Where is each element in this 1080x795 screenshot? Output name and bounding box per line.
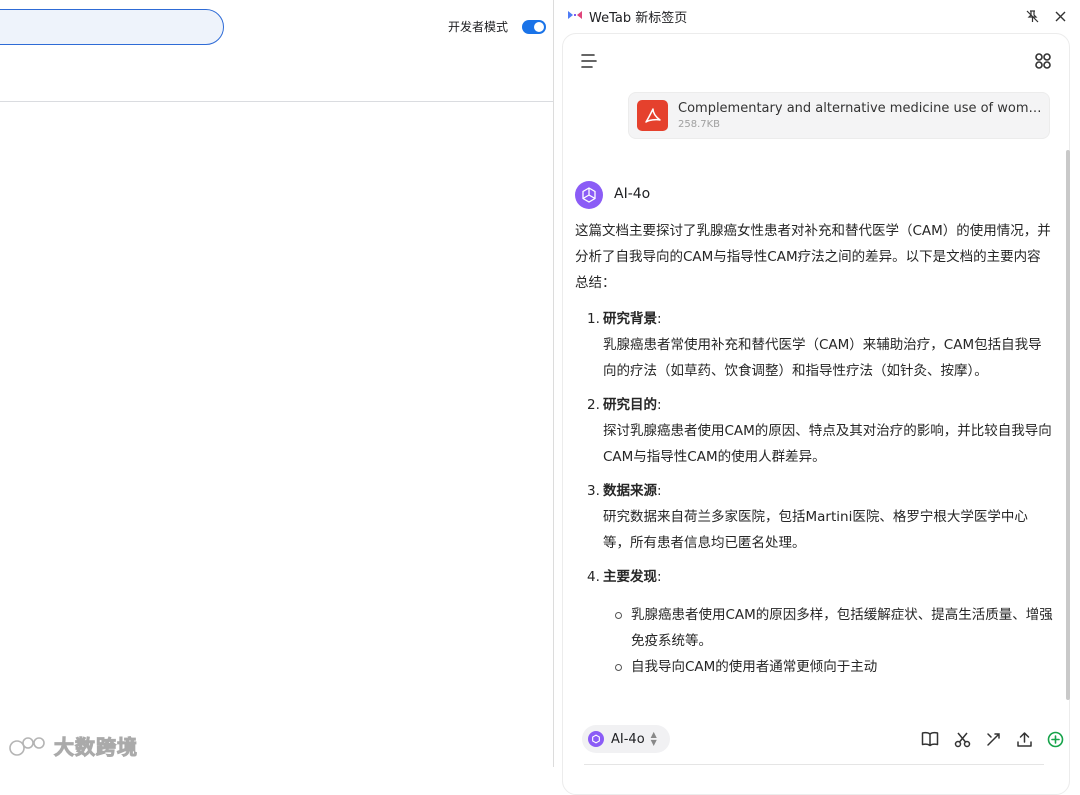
item-number: 4. <box>587 569 600 585</box>
grid-icon <box>1035 53 1051 69</box>
scissors-icon <box>954 732 970 747</box>
developer-mode-toggle[interactable] <box>522 19 547 34</box>
share-button[interactable] <box>1014 729 1034 749</box>
assistant-avatar <box>575 181 603 209</box>
side-panel-title: WeTab 新标签页 <box>589 11 688 26</box>
updown-caret-icon: ▲ ▼ <box>650 730 657 747</box>
watermark: 大数跨境 <box>8 731 138 760</box>
file-size: 258.7KB <box>678 119 721 130</box>
unpin-button[interactable] <box>1024 8 1040 24</box>
search-input[interactable] <box>0 9 224 45</box>
composer-toolbar: AI-4o ▲ ▼ <box>582 725 1063 753</box>
item-title: 研究目的 <box>603 397 657 413</box>
watermark-logo-icon <box>9 736 45 756</box>
wand-button[interactable] <box>983 729 1003 749</box>
side-panel: WeTab 新标签页 Complementary and alternative… <box>554 0 1080 795</box>
menu-button[interactable] <box>580 52 598 74</box>
summary-list: 1. 研究背景: 乳腺癌患者常使用补充和替代医学（CAM）来辅助治疗，CAM包括… <box>575 306 1053 680</box>
screenshot-button[interactable] <box>952 729 972 749</box>
book-open-icon <box>921 731 939 747</box>
sublist-item: 乳腺癌患者使用CAM的原因多样，包括缓解症状、提高生活质量、增强免疫系统等。 <box>603 602 1053 654</box>
list-item: 4. 主要发现: 乳腺癌患者使用CAM的原因多样，包括缓解症状、提高生活质量、增… <box>575 564 1053 680</box>
side-panel-header: WeTab 新标签页 <box>554 0 1080 32</box>
message-input[interactable] <box>584 764 1044 768</box>
list-item: 1. 研究背景: 乳腺癌患者常使用补充和替代医学（CAM）来辅助治疗，CAM包括… <box>575 306 1053 384</box>
attached-file-card[interactable]: Complementary and alternative medicine u… <box>628 92 1050 139</box>
wetab-logo-icon <box>568 11 582 19</box>
close-panel-button[interactable] <box>1052 8 1068 24</box>
model-selector[interactable]: AI-4o ▲ ▼ <box>582 725 670 753</box>
model-label: AI-4o <box>611 731 645 747</box>
chat-scrollbar[interactable] <box>1066 150 1070 700</box>
file-name: Complementary and alternative medicine u… <box>678 101 1043 116</box>
openai-logo-icon <box>582 187 596 203</box>
item-title: 主要发现 <box>603 569 657 585</box>
read-button[interactable] <box>920 729 940 749</box>
model-avatar-icon <box>588 731 604 747</box>
apps-button[interactable] <box>1034 52 1052 74</box>
menu-icon <box>581 54 597 68</box>
magic-wand-icon <box>986 732 1000 746</box>
list-item: 2. 研究目的: 探讨乳腺癌患者使用CAM的原因、特点及其对治疗的影响，并比较自… <box>575 392 1053 470</box>
close-icon <box>1055 11 1065 21</box>
item-body: 探讨乳腺癌患者使用CAM的原因、特点及其对治疗的影响，并比较自我导向CAM与指导… <box>603 423 1052 465</box>
developer-mode-label: 开发者模式 <box>448 20 509 34</box>
item-body: 研究数据来自荷兰多家医院，包括Martini医院、格罗宁根大学医学中心等，所有患… <box>603 509 1028 551</box>
item-title: 数据来源 <box>603 483 657 499</box>
extensions-header: 开发者模式 <box>0 0 553 102</box>
message-intro: 这篇文档主要探讨了乳腺癌女性患者对补充和替代医学（CAM）的使用情况，并分析了自… <box>575 223 1051 291</box>
findings-sublist: 乳腺癌患者使用CAM的原因多样，包括缓解症状、提高生活质量、增强免疫系统等。 自… <box>603 602 1053 680</box>
watermark-text: 大数跨境 <box>54 735 138 760</box>
item-body: 乳腺癌患者常使用补充和替代医学（CAM）来辅助治疗，CAM包括自我导向的疗法（如… <box>603 337 1042 379</box>
item-number: 3. <box>587 483 600 499</box>
pdf-icon <box>637 100 668 131</box>
browser-page: 开发者模式 大数跨境 <box>0 0 553 767</box>
item-number: 2. <box>587 397 600 413</box>
item-title: 研究背景 <box>603 311 657 327</box>
item-number: 1. <box>587 311 600 327</box>
list-item: 3. 数据来源: 研究数据来自荷兰多家医院，包括Martini医院、格罗宁根大学… <box>575 478 1053 556</box>
assistant-message: 这篇文档主要探讨了乳腺癌女性患者对补充和替代医学（CAM）的使用情况，并分析了自… <box>575 218 1053 688</box>
pin-off-icon <box>1026 9 1038 22</box>
sublist-item: 自我导向CAM的使用者通常更倾向于主动 <box>603 654 1053 680</box>
upload-icon <box>1016 731 1032 747</box>
plus-circle-icon <box>1047 731 1063 747</box>
assistant-name: AI-4o <box>614 186 651 202</box>
new-chat-button[interactable] <box>1045 729 1065 749</box>
developer-mode-control: 开发者模式 <box>448 18 547 35</box>
